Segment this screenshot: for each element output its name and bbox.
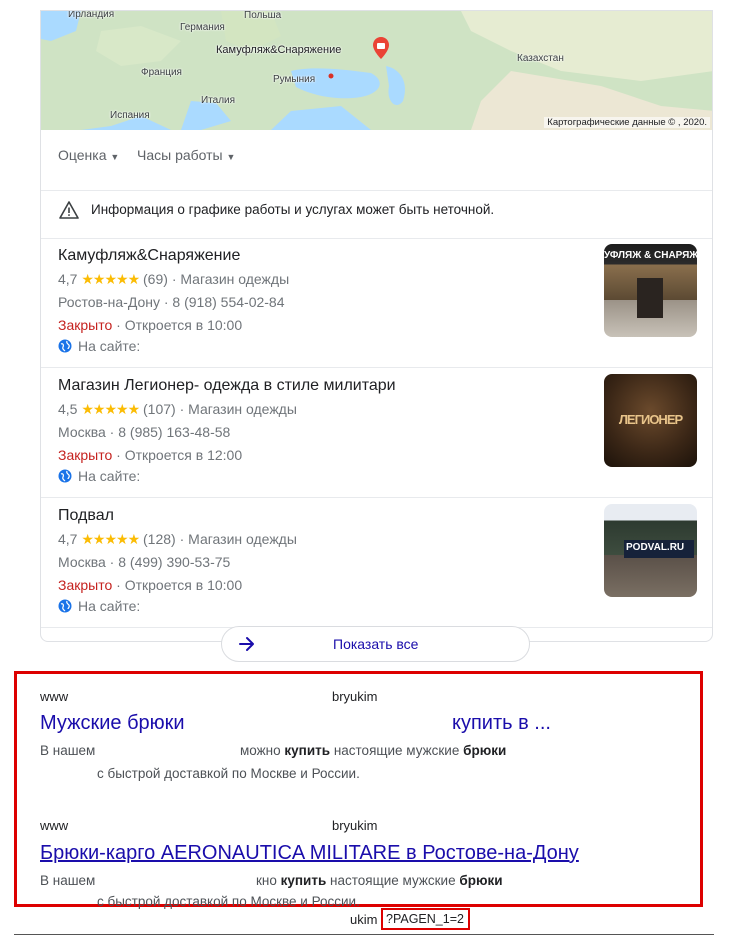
warning-icon bbox=[59, 201, 79, 219]
local-results-card: Ирландия Германия Польша Камуфляж&Снаряж… bbox=[40, 10, 713, 642]
result-url[interactable]: www bbox=[40, 689, 68, 704]
map-label: Франция bbox=[141, 67, 182, 78]
result-url-path[interactable]: bryukim bbox=[332, 689, 378, 704]
place-rating-line: 4,7 ★★★★★ (128) · Магазин одежды bbox=[58, 531, 297, 547]
map-label: Германия bbox=[180, 22, 225, 33]
map-label: Румыния bbox=[273, 74, 316, 85]
map-pin-icon[interactable] bbox=[371, 36, 391, 60]
place-hours: Закрыто · Откроется в 10:00 bbox=[58, 317, 243, 333]
place-website[interactable]: На сайте: bbox=[58, 338, 140, 354]
place-website[interactable]: На сайте: bbox=[58, 598, 140, 614]
place-hours: Закрыто · Откроется в 10:00 bbox=[58, 577, 243, 593]
filter-hours[interactable]: Часы работы ▼ bbox=[137, 147, 235, 163]
rating-stars-icon: ★★★★★ bbox=[81, 271, 140, 287]
photo-sign: УФЛЯЖ & СНАРЯЖ bbox=[604, 250, 697, 261]
footer-url-prefix: ukim bbox=[350, 912, 378, 927]
result-title-end[interactable]: купить в ... bbox=[452, 712, 551, 735]
arrow-right-icon bbox=[239, 637, 254, 651]
rating-stars-icon: ★★★★★ bbox=[81, 401, 140, 417]
show-all-label: Показать все bbox=[333, 636, 419, 652]
photo-sign: ЛЕГИОНЕР bbox=[618, 412, 683, 427]
chevron-down-icon: ▼ bbox=[226, 152, 236, 162]
show-all-button[interactable]: Показать все bbox=[221, 626, 530, 662]
chevron-down-icon: ▼ bbox=[110, 152, 120, 162]
place-photo[interactable]: ЛЕГИОНЕР bbox=[604, 374, 697, 467]
map-label: Испания bbox=[110, 110, 150, 121]
place-rating-line: 4,5 ★★★★★ (107) · Магазин одежды bbox=[58, 401, 297, 417]
result-snippet: В нашем bbox=[40, 743, 96, 758]
map-label: Италия bbox=[201, 95, 236, 106]
footer-url-param: ?PAGEN_1=2 bbox=[381, 908, 470, 930]
place-photo[interactable]: УФЛЯЖ & СНАРЯЖ bbox=[604, 244, 697, 337]
place-address: Москва · 8 (985) 163-48-58 bbox=[58, 424, 231, 440]
rating-stars-icon: ★★★★★ bbox=[81, 531, 140, 547]
map-copyright: Картографические данные ©‎ , 2020. bbox=[544, 117, 710, 128]
photo-door bbox=[637, 278, 663, 318]
result-snippet-line2: с быстрой доставкой по Москве и России. bbox=[97, 894, 360, 909]
globe-icon bbox=[58, 339, 72, 353]
map-label: Казахстан bbox=[517, 53, 564, 64]
result-url[interactable]: www bbox=[40, 818, 68, 833]
map-label: Камуфляж&Снаряжение bbox=[216, 44, 342, 56]
result-snippet: В нашем bbox=[40, 873, 96, 888]
place-photo[interactable]: PODVAL.RU bbox=[604, 504, 697, 597]
result-url-path[interactable]: bryukim bbox=[332, 818, 378, 833]
result-snippet-line2: с быстрой доставкой по Москве и России. bbox=[97, 766, 360, 781]
place-rating-line: 4,7 ★★★★★ (69) · Магазин одежды bbox=[58, 271, 290, 287]
globe-icon bbox=[58, 469, 72, 483]
globe-icon bbox=[58, 599, 72, 613]
map-dot-icon bbox=[328, 73, 334, 79]
result-title[interactable]: Мужские брюки bbox=[40, 712, 185, 735]
map-label: Ирландия bbox=[68, 11, 115, 20]
warning-text: Информация о графике работы и услугах мо… bbox=[91, 202, 495, 217]
filter-rating[interactable]: Оценка ▼ bbox=[58, 147, 119, 163]
result-snippet-cont: кно купить настоящие мужские брюки bbox=[256, 873, 503, 888]
place-name[interactable]: Подвал bbox=[58, 507, 114, 525]
place-name[interactable]: Магазин Легионер- одежда в стиле милитар… bbox=[58, 377, 396, 395]
place-address: Москва · 8 (499) 390-53-75 bbox=[58, 554, 231, 570]
result-title[interactable]: Брюки-карго AERONAUTICA MILITARE в Росто… bbox=[40, 842, 579, 865]
map-label: Польша bbox=[244, 11, 282, 21]
place-website[interactable]: На сайте: bbox=[58, 468, 140, 484]
highlighted-results bbox=[14, 671, 703, 907]
result-snippet-cont: можно купить настоящие мужские брюки bbox=[240, 743, 507, 758]
photo-sign: PODVAL.RU bbox=[626, 542, 685, 553]
map[interactable]: Ирландия Германия Польша Камуфляж&Снаряж… bbox=[41, 11, 712, 130]
place-address: Ростов-на-Дону · 8 (918) 554-02-84 bbox=[58, 294, 285, 310]
place-hours: Закрыто · Откроется в 12:00 bbox=[58, 447, 243, 463]
divider bbox=[14, 934, 714, 935]
place-name[interactable]: Камуфляж&Снаряжение bbox=[58, 247, 240, 265]
